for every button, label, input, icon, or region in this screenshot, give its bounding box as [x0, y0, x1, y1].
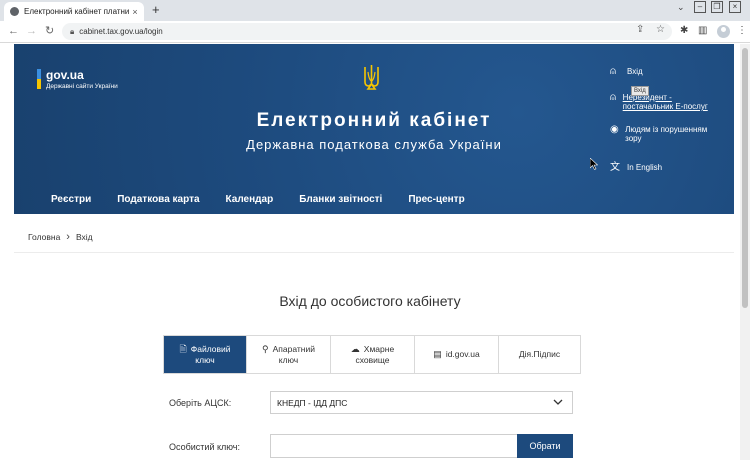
english-link[interactable]: 文 In English	[610, 163, 662, 173]
nav-item-press-center[interactable]: Прес-центр	[408, 194, 464, 205]
new-tab-button[interactable]: +	[152, 3, 160, 17]
address-bar: ← → ↻ 🔒︎ cabinet.tax.gov.ua/login ⇪ ☆ ✱ …	[0, 21, 750, 43]
extensions-icon[interactable]: ✱	[680, 25, 688, 36]
login-tooltip: Вхід	[631, 86, 649, 96]
bookmark-star-icon[interactable]: ☆	[656, 24, 665, 35]
breadcrumb-current: Вхід	[75, 232, 93, 242]
nav-item-registers[interactable]: Реєстри	[51, 194, 91, 205]
tab-hardware-key[interactable]: ⚲ Апаратний ключ	[247, 336, 331, 373]
gov-logo-name: gov.ua	[46, 68, 84, 82]
trident-icon	[364, 65, 379, 90]
breadcrumb-home[interactable]: Головна	[28, 232, 60, 242]
profile-avatar[interactable]	[717, 25, 730, 38]
nav-item-tax-map[interactable]: Податкова карта	[117, 194, 199, 205]
tab-cloud-storage[interactable]: ☁︎ Хмарне сховище	[331, 336, 415, 373]
tab-close-icon[interactable]: ×	[129, 7, 141, 17]
login-title: Вхід до особистого кабінету	[279, 293, 461, 309]
cloud-icon: ☁︎	[350, 343, 360, 354]
site-header: gov.ua Державні сайти України Електронни…	[14, 44, 734, 214]
flag-blue-bar	[37, 69, 41, 79]
tab-title: Електронний кабінет платника	[24, 7, 129, 16]
login-link[interactable]: ⍝ Вхід	[610, 67, 643, 77]
eye-icon: ◉	[610, 124, 619, 135]
flag-yellow-bar	[37, 79, 41, 89]
url-text: cabinet.tax.gov.ua/login	[79, 27, 163, 36]
user-icon: ⍝	[610, 92, 616, 103]
restore-icon[interactable]: ❐	[711, 1, 723, 13]
minimize-icon[interactable]: –	[694, 1, 706, 13]
login-method-tabs: 🗎︎ Файловий ключ ⚲ Апаратний ключ ☁︎ Хмарне…	[163, 335, 581, 374]
file-icon: 🗎︎	[179, 343, 187, 354]
side-panel-icon[interactable]: ▥	[698, 25, 707, 36]
tab-search-icon[interactable]: ⌄	[677, 2, 685, 13]
browser-menu-icon[interactable]: ⋮	[737, 25, 747, 36]
lock-icon: 🔒︎	[70, 26, 75, 36]
globe-icon	[10, 7, 19, 16]
main-navigation: Реєстри Податкова карта Календар Бланки …	[51, 194, 491, 205]
chevron-right-icon: ›	[66, 231, 70, 243]
page-scrollbar[interactable]	[740, 44, 750, 460]
acsk-label: Оберіть АЦСК:	[169, 398, 232, 408]
login-icon: ⍝	[610, 66, 616, 77]
scrollbar-thumb[interactable]	[742, 48, 748, 308]
id-card-icon: ▤	[433, 349, 442, 359]
choose-file-button[interactable]: Обрати	[517, 434, 573, 458]
tab-file-key[interactable]: 🗎︎ Файловий ключ	[164, 336, 247, 373]
acsk-select[interactable]: КНЕДП - ІДД ДПС	[270, 391, 573, 414]
translate-icon: 文	[610, 162, 620, 173]
chevron-down-icon	[553, 399, 563, 405]
url-field[interactable]: 🔒︎ cabinet.tax.gov.ua/login	[62, 23, 672, 40]
forward-icon[interactable]: →	[26, 25, 37, 37]
divider	[14, 252, 734, 253]
private-key-field[interactable]	[270, 434, 518, 458]
tab-id-gov-ua[interactable]: ▤ id.gov.ua	[415, 336, 499, 373]
back-icon[interactable]: ←	[8, 25, 19, 37]
share-icon[interactable]: ⇪	[636, 24, 644, 35]
nav-item-calendar[interactable]: Календар	[226, 194, 274, 205]
reload-icon[interactable]: ↻	[45, 25, 54, 37]
nav-item-report-forms[interactable]: Бланки звітності	[299, 194, 382, 205]
mouse-cursor-icon	[590, 158, 598, 170]
key-icon: ⚲	[262, 343, 269, 354]
browser-tab[interactable]: Електронний кабінет платника ×	[4, 2, 144, 21]
breadcrumb: Головна › Вхід	[28, 231, 93, 243]
tab-diia-signature[interactable]: Дія.Підпис	[499, 336, 580, 373]
acsk-selected-value: КНЕДП - ІДД ДПС	[277, 397, 348, 408]
accessibility-link[interactable]: ◉ Людям із порушенням зору	[610, 124, 710, 144]
browser-tab-bar: Електронний кабінет платника × + ⌄ – ❐ ×	[0, 0, 750, 21]
nonresident-link[interactable]: ⍝ Нерезидент - постачальник Е-послуг	[610, 92, 710, 112]
private-key-label: Особистий ключ:	[169, 442, 240, 452]
gov-logo-subtitle: Державні сайти України	[46, 83, 118, 90]
close-window-icon[interactable]: ×	[729, 1, 741, 13]
